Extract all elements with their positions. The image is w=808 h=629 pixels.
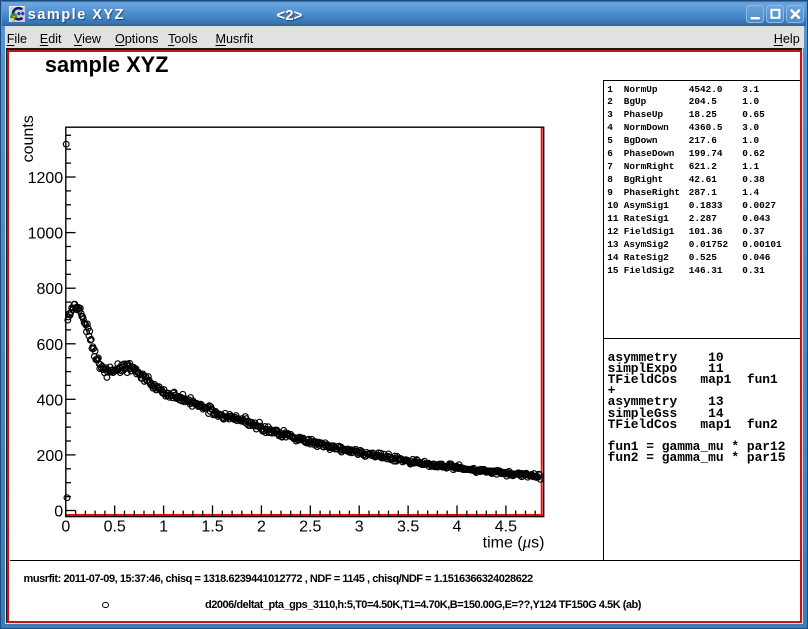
svg-text:1.5: 1.5	[201, 519, 223, 536]
svg-text:400: 400	[36, 392, 63, 409]
svg-text:2: 2	[257, 519, 266, 536]
svg-text:1000: 1000	[28, 226, 64, 243]
svg-text:time (μs): time (μs)	[483, 532, 545, 551]
svg-text:200: 200	[36, 448, 63, 465]
svg-text:0: 0	[54, 504, 63, 521]
svg-text:0: 0	[61, 519, 70, 536]
svg-text:counts: counts	[20, 115, 37, 162]
svg-text:1200: 1200	[28, 170, 64, 187]
svg-text:1: 1	[159, 519, 168, 536]
svg-text:4.5: 4.5	[495, 519, 517, 536]
svg-text:3.5: 3.5	[397, 519, 419, 536]
svg-text:600: 600	[36, 337, 63, 354]
svg-text:4: 4	[453, 519, 462, 536]
svg-text:0.5: 0.5	[104, 519, 126, 536]
svg-text:3: 3	[355, 519, 364, 536]
svg-text:800: 800	[36, 281, 63, 298]
svg-text:2.5: 2.5	[299, 519, 321, 536]
